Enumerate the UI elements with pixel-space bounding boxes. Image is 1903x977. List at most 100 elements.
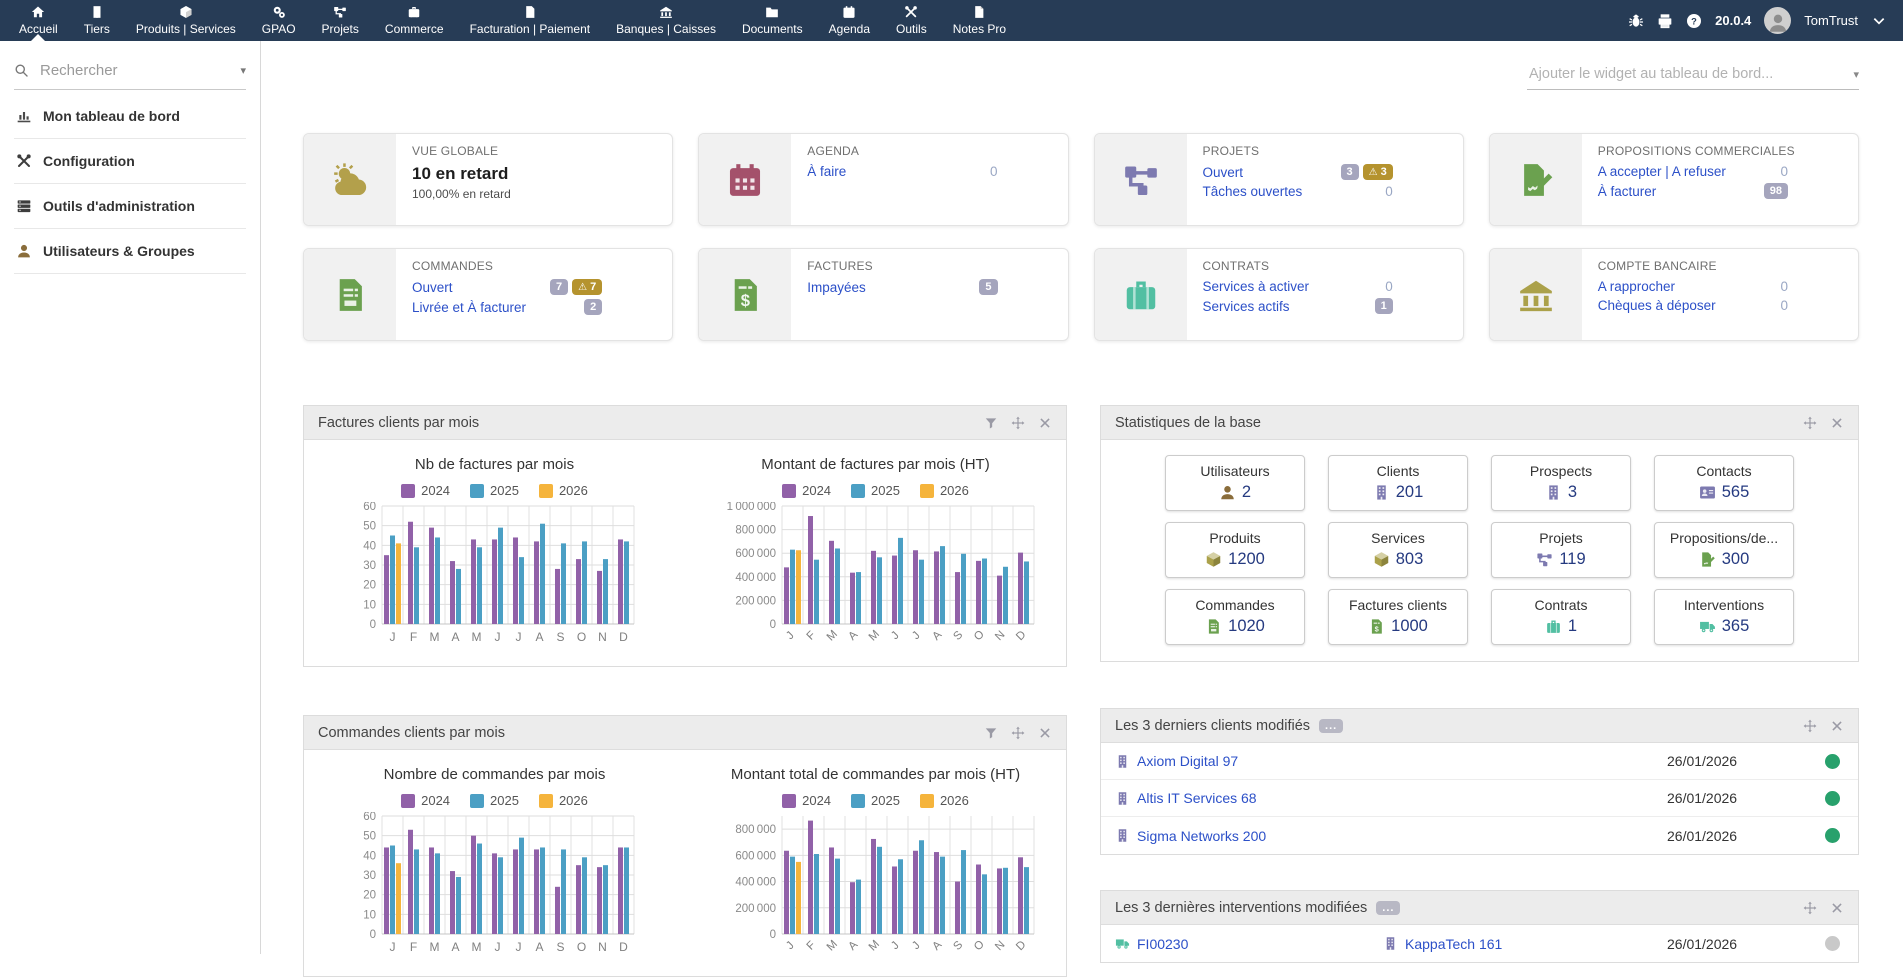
nav-item-banques-caisses[interactable]: Banques | Caisses	[603, 0, 729, 41]
stat-contrats[interactable]: Contrats1	[1491, 589, 1631, 645]
warning-badge[interactable]: ⚠3	[1363, 164, 1393, 180]
client-link[interactable]: Altis IT Services 68	[1137, 790, 1257, 806]
legend-item[interactable]: 2024	[401, 793, 450, 808]
card-link[interactable]: Services actifs	[1203, 299, 1290, 314]
nav-item-produits-services[interactable]: Produits | Services	[123, 0, 249, 41]
count-badge[interactable]: 5	[979, 279, 997, 295]
help-icon[interactable]	[1686, 13, 1702, 29]
client-link[interactable]: Sigma Networks 200	[1137, 828, 1266, 844]
intervention-client-link[interactable]: KappaTech 161	[1405, 936, 1502, 952]
move-icon[interactable]	[1803, 719, 1817, 733]
card-link[interactable]: À faire	[807, 164, 846, 179]
close-icon[interactable]	[1830, 416, 1844, 430]
legend-item[interactable]: 2025	[851, 483, 900, 498]
stat-prospects[interactable]: Prospects3	[1491, 455, 1631, 511]
move-icon[interactable]	[1803, 901, 1817, 915]
more-badge[interactable]: ...	[1376, 901, 1400, 915]
close-icon[interactable]	[1038, 416, 1052, 430]
nav-item-notes-pro[interactable]: Notes Pro	[940, 0, 1019, 41]
card-count[interactable]: 0	[1780, 298, 1788, 313]
card-count[interactable]: 0	[1780, 279, 1788, 294]
card-link[interactable]: Ouvert	[412, 280, 453, 295]
more-badge[interactable]: ...	[1319, 719, 1343, 733]
legend-item[interactable]: 2026	[539, 793, 588, 808]
nav-item-projets[interactable]: Projets	[309, 0, 372, 41]
count-badge[interactable]: 1	[1375, 298, 1393, 314]
move-icon[interactable]	[1011, 416, 1025, 430]
add-widget-input[interactable]	[1527, 65, 1853, 83]
close-icon[interactable]	[1830, 719, 1844, 733]
nav-item-agenda[interactable]: Agenda	[816, 0, 883, 41]
user-menu[interactable]: TomTrust	[1804, 13, 1858, 28]
print-icon[interactable]	[1657, 13, 1673, 29]
count-badge[interactable]: 7	[550, 279, 568, 295]
search-caret-icon[interactable]: ▾	[240, 64, 246, 77]
stat-services[interactable]: Services803	[1328, 522, 1468, 578]
sidebar-item-outils-d-administration[interactable]: Outils d'administration	[14, 184, 246, 229]
nav-item-commerce[interactable]: Commerce	[372, 0, 457, 41]
card-link[interactable]: Chèques à déposer	[1598, 298, 1716, 313]
user-avatar[interactable]	[1764, 7, 1791, 34]
card-count[interactable]: 0	[990, 164, 998, 179]
card-count[interactable]: 0	[1780, 164, 1788, 179]
svg-text:M: M	[429, 630, 439, 644]
legend-item[interactable]: 2025	[851, 793, 900, 808]
nav-item-documents[interactable]: Documents	[729, 0, 816, 41]
intervention-link[interactable]: FI00230	[1137, 936, 1188, 952]
filter-icon[interactable]	[984, 416, 998, 430]
stat-propositions-de[interactable]: Propositions/de...300	[1654, 522, 1794, 578]
card-link[interactable]: A rapprocher	[1598, 279, 1675, 294]
filter-icon[interactable]	[984, 726, 998, 740]
bug-icon[interactable]	[1628, 13, 1644, 29]
nav-item-accueil[interactable]: Accueil	[6, 0, 71, 41]
chevron-down-icon[interactable]	[1871, 13, 1887, 29]
move-icon[interactable]	[1011, 726, 1025, 740]
card-link[interactable]: Impayées	[807, 280, 866, 295]
legend-item[interactable]: 2024	[401, 483, 450, 498]
close-icon[interactable]	[1830, 901, 1844, 915]
stat-commandes[interactable]: Commandes1020	[1165, 589, 1305, 645]
move-icon[interactable]	[1803, 416, 1817, 430]
card-link[interactable]: À facturer	[1598, 184, 1657, 199]
card-link[interactable]: Tâches ouvertes	[1203, 184, 1303, 199]
sidebar-item-mon-tableau-de-bord[interactable]: Mon tableau de bord	[14, 94, 246, 139]
card-link[interactable]: Livrée et À facturer	[412, 300, 526, 315]
nav-item-outils[interactable]: Outils	[883, 0, 940, 41]
nav-item-gpao[interactable]: GPAO	[249, 0, 309, 41]
warning-badge[interactable]: ⚠7	[572, 279, 602, 295]
chart-legend: 2024 2025 2026	[782, 793, 969, 808]
stat-clients[interactable]: Clients201	[1328, 455, 1468, 511]
legend-item[interactable]: 2025	[470, 483, 519, 498]
legend-item[interactable]: 2025	[470, 793, 519, 808]
sidebar-item-utilisateurs-groupes[interactable]: Utilisateurs & Groupes	[14, 229, 246, 274]
stat-produits[interactable]: Produits1200	[1165, 522, 1305, 578]
client-link[interactable]: Axiom Digital 97	[1137, 753, 1238, 769]
stat-contacts[interactable]: Contacts565	[1654, 455, 1794, 511]
nav-item-tiers[interactable]: Tiers	[71, 0, 123, 41]
add-widget-caret-icon[interactable]: ▾	[1853, 68, 1859, 81]
card-link[interactable]: Services à activer	[1203, 279, 1310, 294]
sidebar-item-configuration[interactable]: Configuration	[14, 139, 246, 184]
building-icon	[90, 5, 104, 19]
legend-item[interactable]: 2026	[920, 793, 969, 808]
stat-interventions[interactable]: Interventions365	[1654, 589, 1794, 645]
search-input[interactable]	[38, 61, 231, 80]
stat-utilisateurs[interactable]: Utilisateurs2	[1165, 455, 1305, 511]
legend-item[interactable]: 2024	[782, 793, 831, 808]
legend-item[interactable]: 2024	[782, 483, 831, 498]
count-badge[interactable]: 3	[1341, 164, 1359, 180]
card-count[interactable]: 0	[1385, 279, 1393, 294]
legend-item[interactable]: 2026	[920, 483, 969, 498]
count-badge[interactable]: 98	[1764, 183, 1788, 199]
count-badge[interactable]: 2	[584, 299, 602, 315]
stat-value: 1020	[1228, 617, 1265, 636]
card-link[interactable]: Ouvert	[1203, 165, 1244, 180]
card-count[interactable]: 0	[1385, 184, 1393, 199]
legend-item[interactable]: 2026	[539, 483, 588, 498]
stat-factures-clients[interactable]: Factures clients1000	[1328, 589, 1468, 645]
stat-projets[interactable]: Projets119	[1491, 522, 1631, 578]
card-title: CONTRATS	[1203, 259, 1449, 273]
card-link[interactable]: A accepter | A refuser	[1598, 164, 1726, 179]
close-icon[interactable]	[1038, 726, 1052, 740]
nav-item-facturation-paiement[interactable]: Facturation | Paiement	[457, 0, 604, 41]
